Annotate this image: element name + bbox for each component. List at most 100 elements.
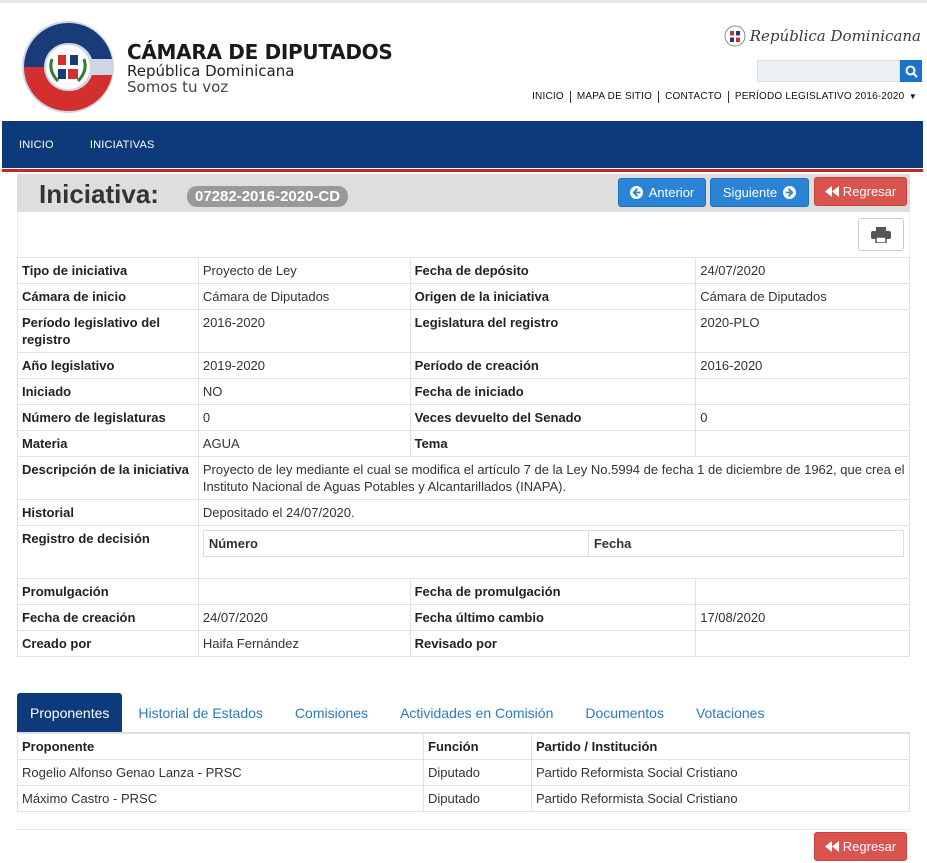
decision-cell: Número Fecha xyxy=(197,525,911,579)
field-label: Fecha de promulgación xyxy=(409,578,697,605)
column-header: Partido / Institución xyxy=(531,733,910,760)
top-link-contacto[interactable]: CONTACTO xyxy=(658,91,728,103)
field-value: 0 xyxy=(695,404,910,431)
proponentes-table: Proponente Función Partido / Institución… xyxy=(17,733,910,812)
top-links: INICIO MAPA DE SITIO CONTACTO PERÍODO LE… xyxy=(526,91,923,103)
camara-logo[interactable] xyxy=(18,19,118,114)
search-button[interactable] xyxy=(900,60,922,82)
field-value: 24/07/2020 xyxy=(695,257,910,284)
field-label: Año legislativo xyxy=(17,352,199,379)
tab-historial-estados[interactable]: Historial de Estados xyxy=(122,693,279,732)
field-value: Cámara de Diputados xyxy=(197,283,411,310)
tab-documentos[interactable]: Documentos xyxy=(569,693,680,732)
divider xyxy=(17,829,910,830)
site-header: CÁMARA DE DIPUTADOS República Dominicana… xyxy=(0,0,927,121)
back-label-top: Regresar xyxy=(842,184,897,199)
proponente-name: Rogelio Alfonso Genao Lanza - PRSC xyxy=(17,759,424,786)
coat-of-arms-icon xyxy=(724,25,746,47)
field-value xyxy=(695,378,910,405)
arrow-circle-left-icon xyxy=(629,186,643,199)
field-label: Tema xyxy=(409,430,697,457)
column-header: Proponente xyxy=(17,733,424,760)
field-label: Veces devuelto del Senado xyxy=(409,404,697,431)
table-row: Período legislativo del registro 2016-20… xyxy=(17,309,910,353)
back-button-bottom[interactable]: Regresar xyxy=(814,832,907,861)
back-button-top[interactable]: Regresar xyxy=(814,177,907,206)
table-row: Promulgación Fecha de promulgación xyxy=(17,578,910,605)
decision-table: Número Fecha xyxy=(202,530,905,557)
field-value: Proyecto de ley mediante el cual se modi… xyxy=(197,456,911,500)
iniciativa-code-badge: 07282-2016-2020-CD xyxy=(187,186,349,207)
field-value: 0 xyxy=(197,404,411,431)
field-label: Iniciado xyxy=(17,378,199,405)
previous-label: Anterior xyxy=(648,185,695,200)
table-row: Descripción de la iniciativa Proyecto de… xyxy=(17,456,911,500)
field-label: Registro de decisión xyxy=(17,525,199,579)
field-value xyxy=(695,430,910,457)
print-row xyxy=(17,212,910,257)
next-button[interactable]: Siguiente xyxy=(710,178,809,207)
proponente-partido: Partido Reformista Social Cristiano xyxy=(531,759,910,786)
table-row: Iniciado NO Fecha de iniciado xyxy=(17,378,910,405)
previous-button[interactable]: Anterior xyxy=(618,178,706,207)
republica-label: República Dominicana xyxy=(749,27,921,45)
brand-title: CÁMARA DE DIPUTADOS xyxy=(127,40,393,64)
top-link-mapa[interactable]: MAPA DE SITIO xyxy=(569,91,658,103)
table-row: Materia AGUA Tema xyxy=(17,430,910,457)
top-link-periodo[interactable]: PERÍODO LEGISLATIVO 2016-2020 ▼ xyxy=(727,91,923,103)
table-row: Número Fecha xyxy=(202,530,905,557)
table-row: Número de legislaturas 0 Veces devuelto … xyxy=(17,404,910,431)
proponente-partido: Partido Reformista Social Cristiano xyxy=(531,785,910,812)
search-icon xyxy=(905,65,918,78)
field-label: Fecha último cambio xyxy=(409,604,697,631)
search-box xyxy=(757,60,922,82)
field-label: Fecha de creación xyxy=(17,604,199,631)
field-label: Revisado por xyxy=(409,630,697,657)
proponente-name: Máximo Castro - PRSC xyxy=(17,785,424,812)
field-label: Cámara de inicio xyxy=(17,283,199,310)
republica-dominicana-link[interactable]: República Dominicana xyxy=(724,25,921,47)
print-icon xyxy=(871,226,891,243)
table-row: Historial Depositado el 24/07/2020. xyxy=(17,499,911,526)
field-value: AGUA xyxy=(197,430,411,457)
table-header-row: Proponente Función Partido / Institución xyxy=(17,733,910,760)
field-label: Legislatura del registro xyxy=(409,309,697,353)
field-label: Descripción de la iniciativa xyxy=(17,456,199,500)
brand-text: CÁMARA DE DIPUTADOS República Dominicana… xyxy=(127,40,393,95)
field-value: NO xyxy=(197,378,411,405)
field-label: Materia xyxy=(17,430,199,457)
nav-item-inicio[interactable]: INICIO xyxy=(19,139,54,151)
fast-backward-icon xyxy=(824,186,839,197)
field-label: Número de legislaturas xyxy=(17,404,199,431)
next-label: Siguiente xyxy=(722,185,778,200)
top-link-inicio[interactable]: INICIO xyxy=(526,91,570,103)
title-bar: Iniciativa: 07282-2016-2020-CD Anterior … xyxy=(17,174,910,212)
field-label: Creado por xyxy=(17,630,199,657)
print-button[interactable] xyxy=(858,218,904,251)
tab-actividades-comision[interactable]: Actividades en Comisión xyxy=(384,693,569,732)
field-label: Fecha de iniciado xyxy=(409,378,697,405)
top-link-periodo-label: PERÍODO LEGISLATIVO 2016-2020 xyxy=(734,91,905,102)
tab-comisiones[interactable]: Comisiones xyxy=(279,693,384,732)
field-label: Tipo de iniciativa xyxy=(17,257,199,284)
divider-red xyxy=(2,169,923,172)
field-value xyxy=(197,578,411,605)
field-label: Fecha de depósito xyxy=(409,257,697,284)
tab-proponentes[interactable]: Proponentes xyxy=(17,693,123,732)
back-label-bottom: Regresar xyxy=(842,839,897,854)
nav-item-iniciativas[interactable]: INICIATIVAS xyxy=(90,139,155,151)
table-row: Año legislativo 2019-2020 Período de cre… xyxy=(17,352,910,379)
field-value xyxy=(695,578,910,605)
proponente-funcion: Diputado xyxy=(423,785,532,812)
arrow-circle-right-icon xyxy=(783,186,797,199)
table-row: Registro de decisión Número Fecha xyxy=(17,525,911,579)
tab-votaciones[interactable]: Votaciones xyxy=(680,693,781,732)
field-value: Depositado el 24/07/2020. xyxy=(197,499,911,526)
table-row: Creado por Haifa Fernández Revisado por xyxy=(17,630,910,657)
search-input[interactable] xyxy=(757,60,900,82)
column-header: Número xyxy=(202,530,589,557)
caret-down-icon: ▼ xyxy=(906,92,917,101)
field-value: 2020-PLO xyxy=(695,309,910,353)
table-row: Tipo de iniciativa Proyecto de Ley Fecha… xyxy=(17,257,910,284)
field-value: Haifa Fernández xyxy=(197,630,411,657)
